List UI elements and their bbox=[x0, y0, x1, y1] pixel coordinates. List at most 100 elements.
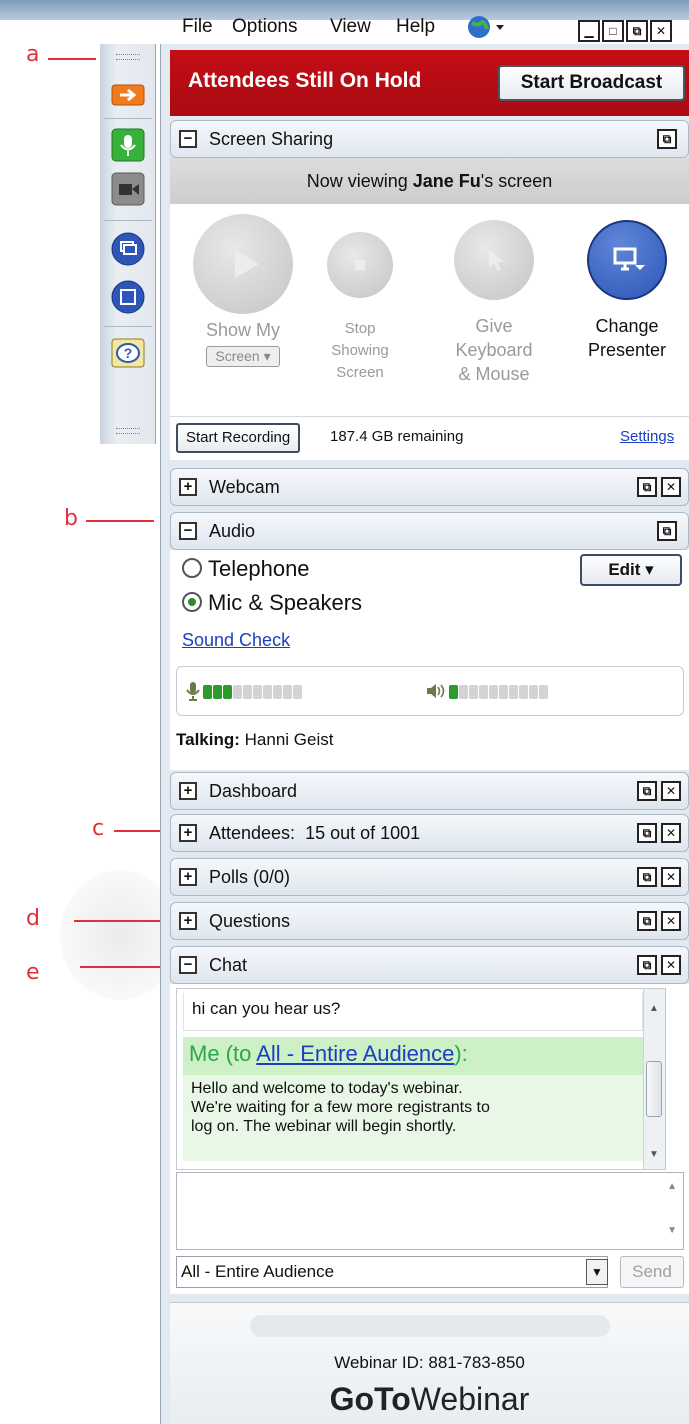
close-icon[interactable]: ✕ bbox=[661, 911, 681, 931]
grab-tab[interactable]: ? bbox=[100, 44, 156, 444]
telephone-label: Telephone bbox=[208, 556, 310, 581]
collapse-icon[interactable]: − bbox=[179, 522, 197, 540]
menu-view[interactable]: View bbox=[330, 16, 371, 38]
pane-header-dashboard[interactable]: + Dashboard ⧉ ✕ bbox=[170, 772, 689, 810]
meter-segment bbox=[203, 684, 212, 699]
grip-handle[interactable] bbox=[116, 428, 140, 434]
pane-header-audio[interactable]: − Audio ⧉ bbox=[170, 512, 689, 550]
logo-bold: GoTo bbox=[329, 1381, 411, 1417]
chat-log-scrollbar[interactable]: ▲ ▼ bbox=[643, 989, 665, 1169]
close-icon[interactable]: ✕ bbox=[661, 867, 681, 887]
sound-check-link[interactable]: Sound Check bbox=[182, 630, 290, 651]
chat-message-text: hi can you hear us? bbox=[192, 999, 341, 1018]
start-broadcast-button[interactable]: Start Broadcast bbox=[498, 65, 685, 101]
recipient-select[interactable]: All - Entire Audience bbox=[176, 1256, 608, 1288]
expand-icon[interactable]: + bbox=[179, 824, 197, 842]
close-button[interactable]: ✕ bbox=[650, 20, 672, 42]
chat-message-header: Me (to All - Entire Audience): bbox=[183, 1037, 643, 1075]
stop-showing-screen-button[interactable]: Stop Showing Screen bbox=[320, 232, 400, 384]
arrow-icon[interactable] bbox=[107, 74, 149, 116]
presenter-name: Jane Fu bbox=[412, 171, 481, 191]
speaker-level-meter bbox=[449, 683, 549, 701]
expand-icon[interactable]: + bbox=[179, 782, 197, 800]
chevron-down-icon[interactable]: ▼ bbox=[586, 1259, 608, 1285]
pane-header-questions[interactable]: + Questions ⧉ ✕ bbox=[170, 902, 689, 940]
chat-recipient-link[interactable]: All - Entire Audience bbox=[256, 1041, 454, 1066]
window-icon[interactable] bbox=[107, 276, 149, 318]
microphone-icon[interactable] bbox=[107, 124, 149, 166]
play-icon bbox=[193, 214, 293, 314]
pane-header-polls[interactable]: + Polls (0/0) ⧉ ✕ bbox=[170, 858, 689, 896]
pane-header-webcam[interactable]: + Webcam ⧉ ✕ bbox=[170, 468, 689, 506]
grip-handle[interactable] bbox=[116, 54, 140, 60]
menu-options[interactable]: Options bbox=[232, 16, 297, 38]
send-button[interactable]: Send bbox=[620, 1256, 684, 1288]
close-icon[interactable]: ✕ bbox=[661, 477, 681, 497]
start-recording-button[interactable]: Start Recording bbox=[176, 423, 301, 453]
expand-icon[interactable]: + bbox=[179, 478, 197, 496]
input-scroll-up-icon[interactable]: ▲ bbox=[667, 1181, 677, 1192]
chat-to-prefix: (to bbox=[219, 1041, 257, 1066]
telephone-radio[interactable] bbox=[182, 558, 202, 578]
popout-icon[interactable]: ⧉ bbox=[637, 477, 657, 497]
maximize-button[interactable]: □ bbox=[602, 20, 624, 42]
stop-label-1: Stop bbox=[344, 320, 376, 337]
minimize-button[interactable]: ▁ bbox=[578, 20, 600, 42]
recording-row: Start Recording 187.4 GB remaining Setti… bbox=[170, 416, 689, 456]
divider bbox=[104, 220, 152, 221]
chat-sender: Me bbox=[189, 1041, 220, 1066]
scroll-down-icon[interactable]: ▼ bbox=[649, 1149, 659, 1160]
globe-icon[interactable] bbox=[466, 14, 506, 46]
hold-title: Attendees Still On Hold bbox=[188, 69, 422, 92]
help-icon[interactable]: ? bbox=[107, 332, 149, 374]
popout-icon[interactable]: ⧉ bbox=[657, 129, 677, 149]
close-icon[interactable]: ✕ bbox=[661, 781, 681, 801]
meter-segment bbox=[223, 684, 232, 699]
settings-link[interactable]: Settings bbox=[620, 428, 674, 445]
give-label-3: & Mouse bbox=[458, 364, 530, 384]
pane-header-screen-sharing[interactable]: − Screen Sharing ⧉ bbox=[170, 120, 689, 158]
speaker-level-icon bbox=[425, 682, 445, 705]
meter-segment bbox=[243, 684, 252, 699]
screen-share-icon[interactable] bbox=[107, 228, 149, 270]
scroll-thumb[interactable] bbox=[646, 1061, 662, 1117]
input-scroll-down-icon[interactable]: ▼ bbox=[667, 1225, 677, 1236]
screen-dropdown[interactable]: Screen ▾ bbox=[206, 346, 280, 367]
chat-log[interactable]: hi can you hear us? Me (to All - Entire … bbox=[176, 988, 666, 1170]
popout-icon[interactable]: ⧉ bbox=[637, 867, 657, 887]
show-my-screen-button[interactable]: Show My Screen ▾ bbox=[188, 214, 298, 367]
collapse-icon[interactable]: − bbox=[179, 956, 197, 974]
viewing-suffix: 's screen bbox=[480, 171, 553, 191]
webcam-icon[interactable] bbox=[107, 168, 149, 210]
meter-segment bbox=[449, 684, 458, 699]
close-icon[interactable]: ✕ bbox=[661, 823, 681, 843]
chat-line: Hello and welcome to today's webinar. bbox=[191, 1080, 463, 1097]
expand-icon[interactable]: + bbox=[179, 868, 197, 886]
collapse-icon[interactable]: − bbox=[179, 130, 197, 148]
meter-segment bbox=[213, 684, 222, 699]
menu-file[interactable]: File bbox=[182, 16, 213, 38]
close-icon[interactable]: ✕ bbox=[661, 955, 681, 975]
popout-icon[interactable]: ⧉ bbox=[637, 955, 657, 975]
callout-b: b bbox=[64, 506, 78, 531]
mic-speakers-radio[interactable] bbox=[182, 592, 202, 612]
expand-icon[interactable]: + bbox=[179, 912, 197, 930]
change-presenter-button[interactable]: Change Presenter bbox=[568, 220, 686, 362]
popout-icon[interactable]: ⧉ bbox=[637, 823, 657, 843]
edit-audio-button[interactable]: Edit ▾ bbox=[580, 554, 682, 586]
divider bbox=[104, 326, 152, 327]
pane-header-attendees[interactable]: + Attendees: 15 out of 1001 ⧉ ✕ bbox=[170, 814, 689, 852]
chat-message-input[interactable]: ▲ ▼ bbox=[176, 1172, 684, 1250]
storage-remaining: 187.4 GB remaining bbox=[330, 428, 464, 445]
popout-icon[interactable]: ⧉ bbox=[637, 911, 657, 931]
popout-icon[interactable]: ⧉ bbox=[657, 521, 677, 541]
popout-icon[interactable]: ⧉ bbox=[637, 781, 657, 801]
meter-segment bbox=[233, 684, 242, 699]
popout-button[interactable]: ⧉ bbox=[626, 20, 648, 42]
logo-light: Webinar bbox=[410, 1381, 530, 1417]
give-keyboard-mouse-button[interactable]: Give Keyboard & Mouse bbox=[438, 220, 550, 386]
menu-help[interactable]: Help bbox=[396, 16, 435, 38]
scroll-up-icon[interactable]: ▲ bbox=[649, 1003, 659, 1014]
pane-header-chat[interactable]: − Chat ⧉ ✕ bbox=[170, 946, 689, 984]
meter-segment bbox=[519, 684, 528, 699]
